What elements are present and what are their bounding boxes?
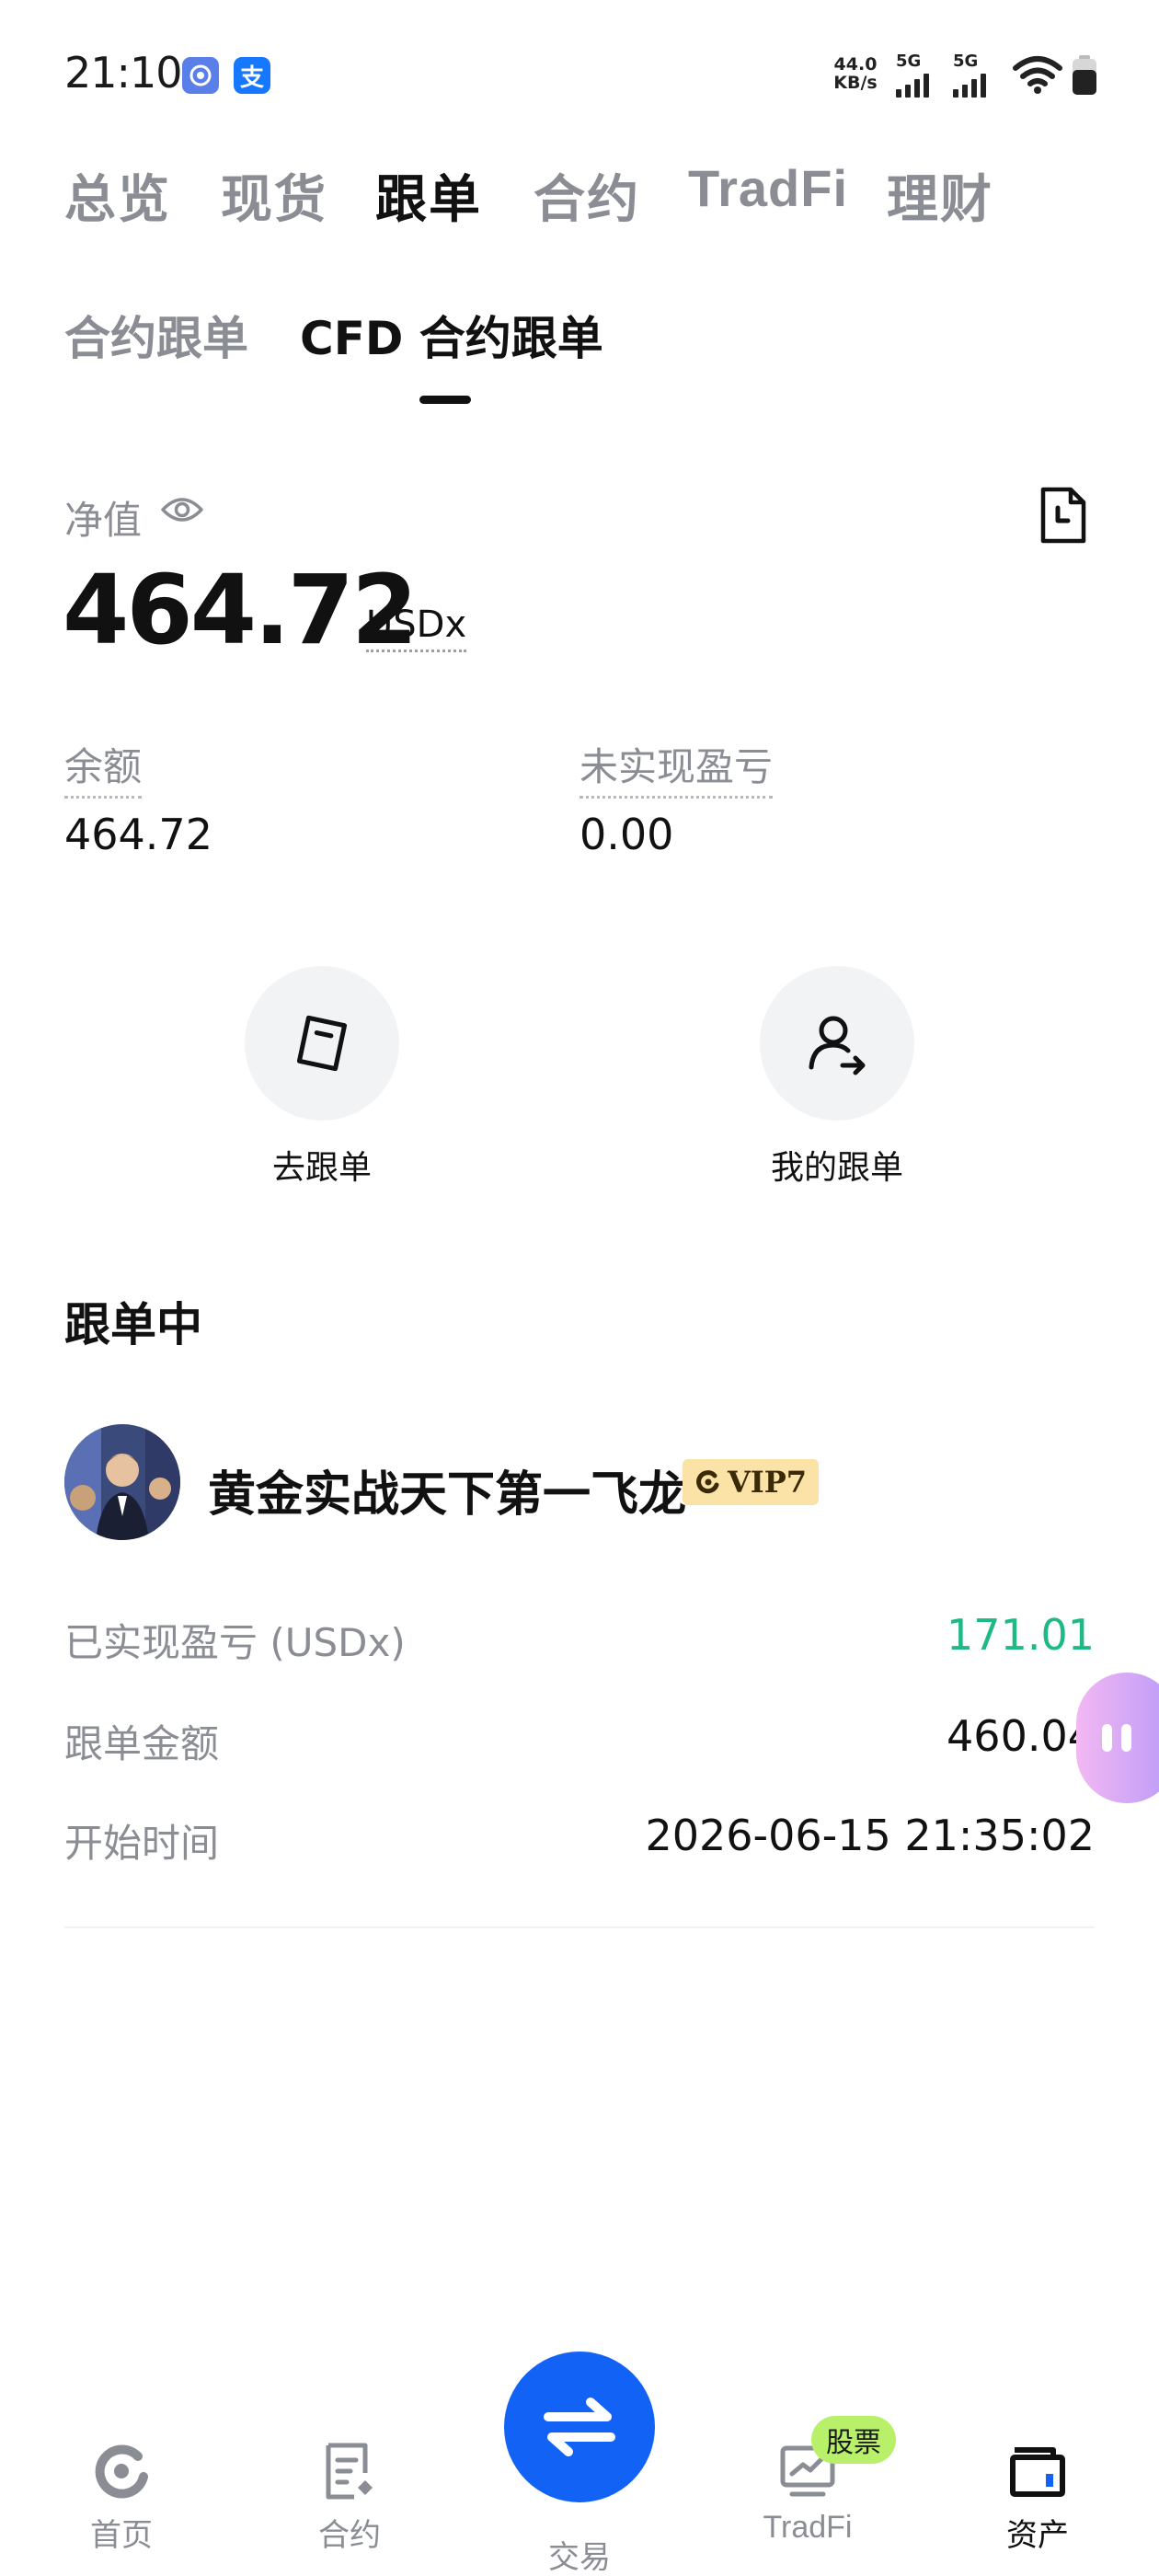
balance-value: 464.72 [64,810,212,859]
tab-spot[interactable]: 现货 [221,158,327,233]
copy-amount-value: 460.04 [947,1711,1095,1761]
vip-badge: VIP7 [683,1459,819,1505]
nav-home[interactable]: 首页 [48,2438,195,2555]
tab-overview[interactable]: 总览 [64,158,171,233]
battery-icon [1071,55,1098,99]
balance-label[interactable]: 余额 [64,736,143,799]
nav-assets[interactable]: 资产 [964,2438,1111,2555]
subtab-contract-copy[interactable]: 合约跟单 [64,302,248,368]
floating-assistant-handle[interactable] [1076,1673,1159,1803]
go-copy-label[interactable]: 去跟单 [202,1141,442,1189]
tab-tradfi[interactable]: TradFi [688,158,848,218]
alipay-icon: 支 [234,57,270,94]
cellular-signal-1-icon: 5G [896,53,929,98]
equity-label: 净值 [64,498,143,543]
active-copies-title: 跟单中 [64,1298,202,1351]
history-document-icon[interactable] [1038,486,1089,548]
equity-value: 464.72 [63,554,418,666]
tab-contract[interactable]: 合约 [534,158,640,233]
contract-doc-icon [316,2438,383,2504]
tab-copy-trading[interactable]: 跟单 [375,158,482,233]
equity-unit[interactable]: USDx [366,604,467,652]
copy-amount-label: 跟单金额 [64,1721,220,1766]
realized-pnl-label: 已实现盈亏 (USDx) [64,1620,406,1665]
subtab-cfd-contract-copy[interactable]: CFD 合约跟单 [300,302,603,368]
start-time-value: 2026-06-15 21:35:02 [645,1811,1095,1860]
my-copy-label[interactable]: 我的跟单 [717,1141,957,1189]
trader-avatar[interactable] [64,1424,180,1540]
stock-badge: 股票 [811,2416,896,2464]
vip-logo-icon [696,1470,719,1494]
swap-arrows-icon [544,2398,615,2456]
status-time: 21:10 [64,48,183,98]
start-time-label: 开始时间 [64,1821,220,1866]
divider [64,1926,1095,1928]
trade-button[interactable] [504,2352,655,2502]
cellular-signal-2-icon: 5G [953,53,986,98]
home-logo-icon [88,2438,155,2504]
unrealized-pnl-label[interactable]: 未实现盈亏 [580,736,774,799]
wifi-icon [1012,55,1063,98]
eye-icon[interactable] [160,493,204,530]
go-copy-button[interactable] [245,966,399,1121]
tab-wealth[interactable]: 理财 [887,158,993,233]
unrealized-pnl-value: 0.00 [580,810,674,859]
trader-name[interactable]: 黄金实战天下第一飞龙 [208,1455,686,1524]
document-cards-icon [296,1015,348,1072]
trade-label[interactable]: 交易 [497,2532,662,2576]
wallet-icon [1004,2438,1071,2504]
my-copy-button[interactable] [760,966,914,1121]
user-arrow-icon [809,1016,866,1075]
nav-contract[interactable]: 合约 [276,2438,423,2555]
app-notification-icon [182,57,219,94]
active-subtab-indicator [419,396,471,404]
realized-pnl-value: 171.01 [947,1610,1095,1660]
network-speed: 44.0 KB/s [833,54,878,93]
